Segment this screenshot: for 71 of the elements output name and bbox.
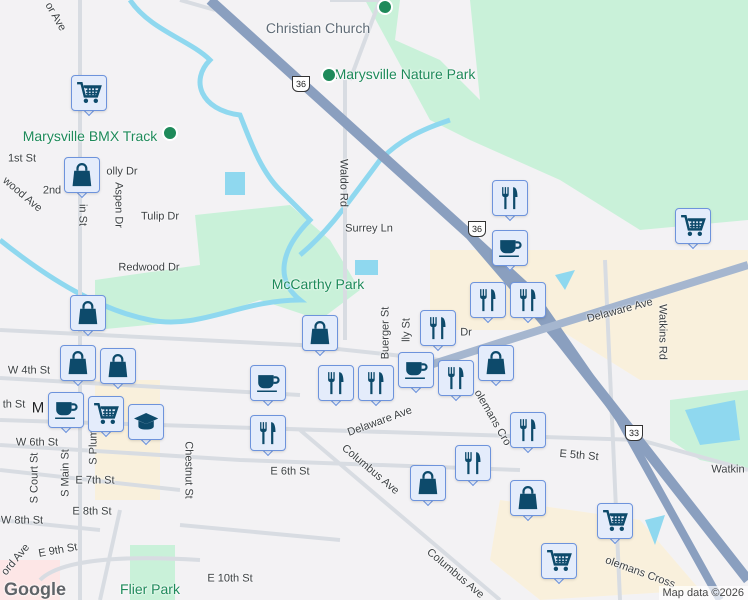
street-label: Dr bbox=[460, 328, 472, 338]
street-label: S Main St bbox=[60, 449, 72, 497]
street-label: Waldo Rd bbox=[338, 159, 348, 207]
street-label: S Court St bbox=[30, 452, 40, 504]
place-label: Marysville BMX Track bbox=[22, 129, 158, 143]
street-label: lly St bbox=[402, 318, 412, 342]
street-label: th St bbox=[2, 400, 26, 410]
cart-icon bbox=[680, 214, 706, 238]
cart-icon bbox=[93, 402, 119, 426]
street-label: 1st St bbox=[8, 154, 36, 164]
street-label: Delaware Ave bbox=[586, 296, 654, 326]
street-label: in St bbox=[76, 204, 88, 226]
place-label: Marysville Nature Park bbox=[334, 67, 476, 81]
street-label: W 8th St bbox=[0, 516, 44, 526]
shopping-bag-icon bbox=[68, 350, 88, 376]
fork-knife-icon bbox=[259, 420, 277, 446]
street-label: E 5th St bbox=[559, 448, 599, 464]
fork-knife-icon bbox=[479, 288, 497, 312]
coffee-cup-icon bbox=[256, 374, 280, 392]
street-label: W 4th St bbox=[8, 366, 50, 376]
cart-icon bbox=[602, 509, 628, 533]
street-label: Watkins Rd bbox=[656, 304, 668, 360]
route-shield: 36 bbox=[468, 221, 486, 237]
map-logo: Google bbox=[4, 580, 66, 598]
fork-knife-icon bbox=[519, 288, 537, 312]
fork-knife-icon bbox=[447, 366, 465, 390]
shopping-bag-icon bbox=[418, 470, 438, 496]
street-label: 2nd bbox=[42, 186, 62, 196]
fork-knife-icon bbox=[429, 316, 447, 340]
fork-knife-icon bbox=[327, 370, 345, 396]
shopping-bag-icon bbox=[518, 486, 538, 510]
coffee-cup-icon bbox=[54, 400, 78, 420]
street-label: olly Dr bbox=[106, 166, 138, 178]
coffee-cup-icon bbox=[498, 238, 522, 258]
street-label: E 9th St bbox=[38, 542, 78, 560]
street-label: Chestnut St bbox=[182, 441, 194, 499]
route-shield: 33 bbox=[625, 425, 643, 441]
street-label: Buerger St bbox=[380, 306, 392, 360]
street-label: or Ave bbox=[42, 0, 68, 34]
place-label: Flier Park bbox=[120, 582, 180, 596]
shopping-bag-icon bbox=[78, 300, 98, 326]
shopping-bag-icon bbox=[108, 354, 128, 378]
fork-knife-icon bbox=[464, 450, 482, 476]
coffee-cup-icon bbox=[404, 360, 428, 380]
street-label: E 8th St bbox=[72, 506, 112, 518]
street-label: W 6th St bbox=[16, 438, 58, 448]
street-label: Watkin bbox=[711, 464, 745, 476]
fork-knife-icon bbox=[367, 370, 385, 396]
graduation-cap-icon bbox=[134, 413, 158, 431]
shopping-bag-icon bbox=[486, 350, 506, 376]
street-label: Aspen Dr bbox=[112, 182, 124, 228]
place-label: Christian Church bbox=[266, 21, 370, 35]
street-label: Surrey Ln bbox=[345, 224, 393, 234]
street-label: E 7th St bbox=[75, 476, 115, 486]
fork-knife-icon bbox=[519, 418, 537, 442]
cart-icon bbox=[546, 549, 572, 573]
street-label: ord Ave bbox=[0, 542, 32, 578]
street-label: Redwood Dr bbox=[118, 262, 180, 274]
fork-knife-icon bbox=[501, 186, 519, 210]
street-label: E 6th St bbox=[270, 466, 310, 478]
map-pin-icon[interactable] bbox=[162, 125, 178, 141]
street-label: Tulip Dr bbox=[140, 212, 180, 222]
map-pin-icon[interactable] bbox=[321, 67, 337, 83]
shopping-bag-icon bbox=[72, 162, 92, 188]
street-label: E 10th St bbox=[207, 574, 253, 584]
cart-icon bbox=[76, 81, 102, 105]
town-label: M bbox=[32, 400, 44, 416]
place-label: McCarthy Park bbox=[272, 277, 364, 291]
shopping-bag-icon bbox=[310, 320, 330, 346]
route-shield: 36 bbox=[292, 76, 310, 92]
map-attribution: Map data ©2026 bbox=[658, 586, 748, 600]
